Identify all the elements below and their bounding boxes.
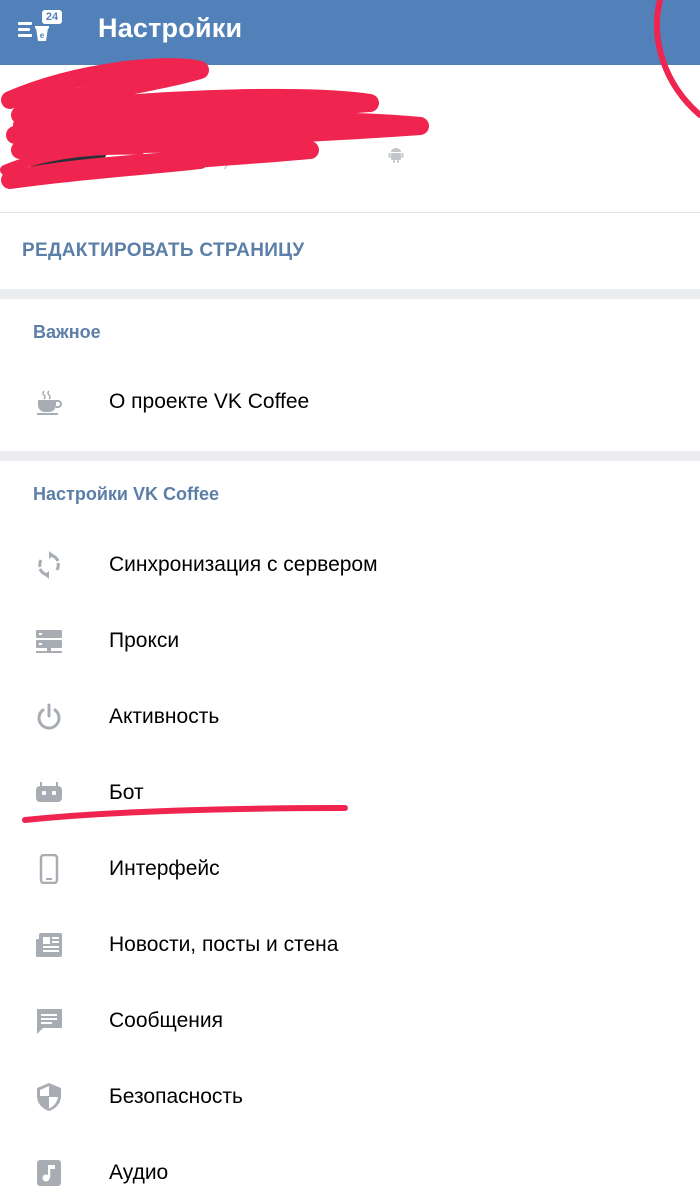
menu-item-label: Синхронизация с сервером — [109, 553, 378, 576]
coffee-cup-icon — [37, 390, 62, 415]
section-title-vk-coffee: Настройки VK Coffee — [33, 484, 219, 504]
profile-card[interactable]: …ирилов …2 (offline) — [0, 65, 700, 212]
music-note-icon — [37, 1160, 61, 1186]
power-icon — [37, 703, 61, 730]
menu-item-label: Интерфейс — [109, 857, 220, 880]
section-title-important: Важное — [33, 322, 101, 342]
menu-item-bot[interactable]: Бот — [0, 756, 700, 832]
news-icon — [36, 933, 62, 957]
menu-item-security[interactable]: Безопасность — [0, 1060, 700, 1136]
menu-item-label: Аудио — [109, 1161, 169, 1184]
profile-name: …ирилов — [132, 117, 237, 144]
menu-item-messages[interactable]: Сообщения — [0, 984, 700, 1060]
menu-item-label: Бот — [109, 781, 144, 804]
menu-item-activity[interactable]: Активность — [0, 680, 700, 756]
settings-screen: e 24 Настройки …ирилов …2 (offline) РЕДА… — [0, 0, 700, 1200]
menu-item-label: Безопасность — [109, 1085, 243, 1108]
vk-coffee-settings-section: Настройки VK Coffee Синхронизация с серв… — [0, 461, 700, 1200]
avatar[interactable] — [20, 92, 110, 182]
page-title: Настройки — [98, 13, 243, 43]
server-icon — [36, 630, 62, 653]
menu-item-label: Новости, посты и стена — [109, 933, 339, 956]
menu-item-label: Активность — [109, 705, 220, 728]
notification-badge: 24 — [42, 10, 62, 24]
menu-item-about[interactable]: О проекте VK Coffee — [0, 365, 700, 441]
important-section: Важное О проекте VK Coffee — [0, 299, 700, 451]
menu-item-proxy[interactable]: Прокси — [0, 604, 700, 680]
menu-item-label: Прокси — [109, 629, 180, 652]
smartphone-icon — [39, 854, 59, 884]
bot-icon — [36, 782, 62, 802]
menu-item-interface[interactable]: Интерфейс — [0, 832, 700, 908]
shield-icon — [37, 1083, 61, 1111]
menu-item-label: О проекте VK Coffee — [109, 390, 310, 413]
menu-item-label: Сообщения — [109, 1009, 223, 1032]
sync-icon — [38, 551, 60, 579]
android-icon — [388, 148, 404, 163]
coffee-cup-icon: e — [35, 26, 49, 41]
menu-button[interactable]: e 24 — [14, 10, 62, 50]
menu-item-sync[interactable]: Синхронизация с сервером — [0, 528, 700, 604]
app-header: e 24 Настройки — [0, 0, 700, 65]
message-icon — [37, 1009, 62, 1034]
menu-item-audio[interactable]: Аудио — [0, 1136, 700, 1200]
menu-item-news[interactable]: Новости, посты и стена — [0, 908, 700, 984]
edit-page-card: РЕДАКТИРОВАТЬ СТРАНИЦУ — [0, 213, 700, 289]
svg-text:e: e — [40, 31, 45, 40]
profile-status: …2 (offline) — [132, 149, 230, 170]
edit-page-button[interactable]: РЕДАКТИРОВАТЬ СТРАНИЦУ — [22, 240, 304, 262]
